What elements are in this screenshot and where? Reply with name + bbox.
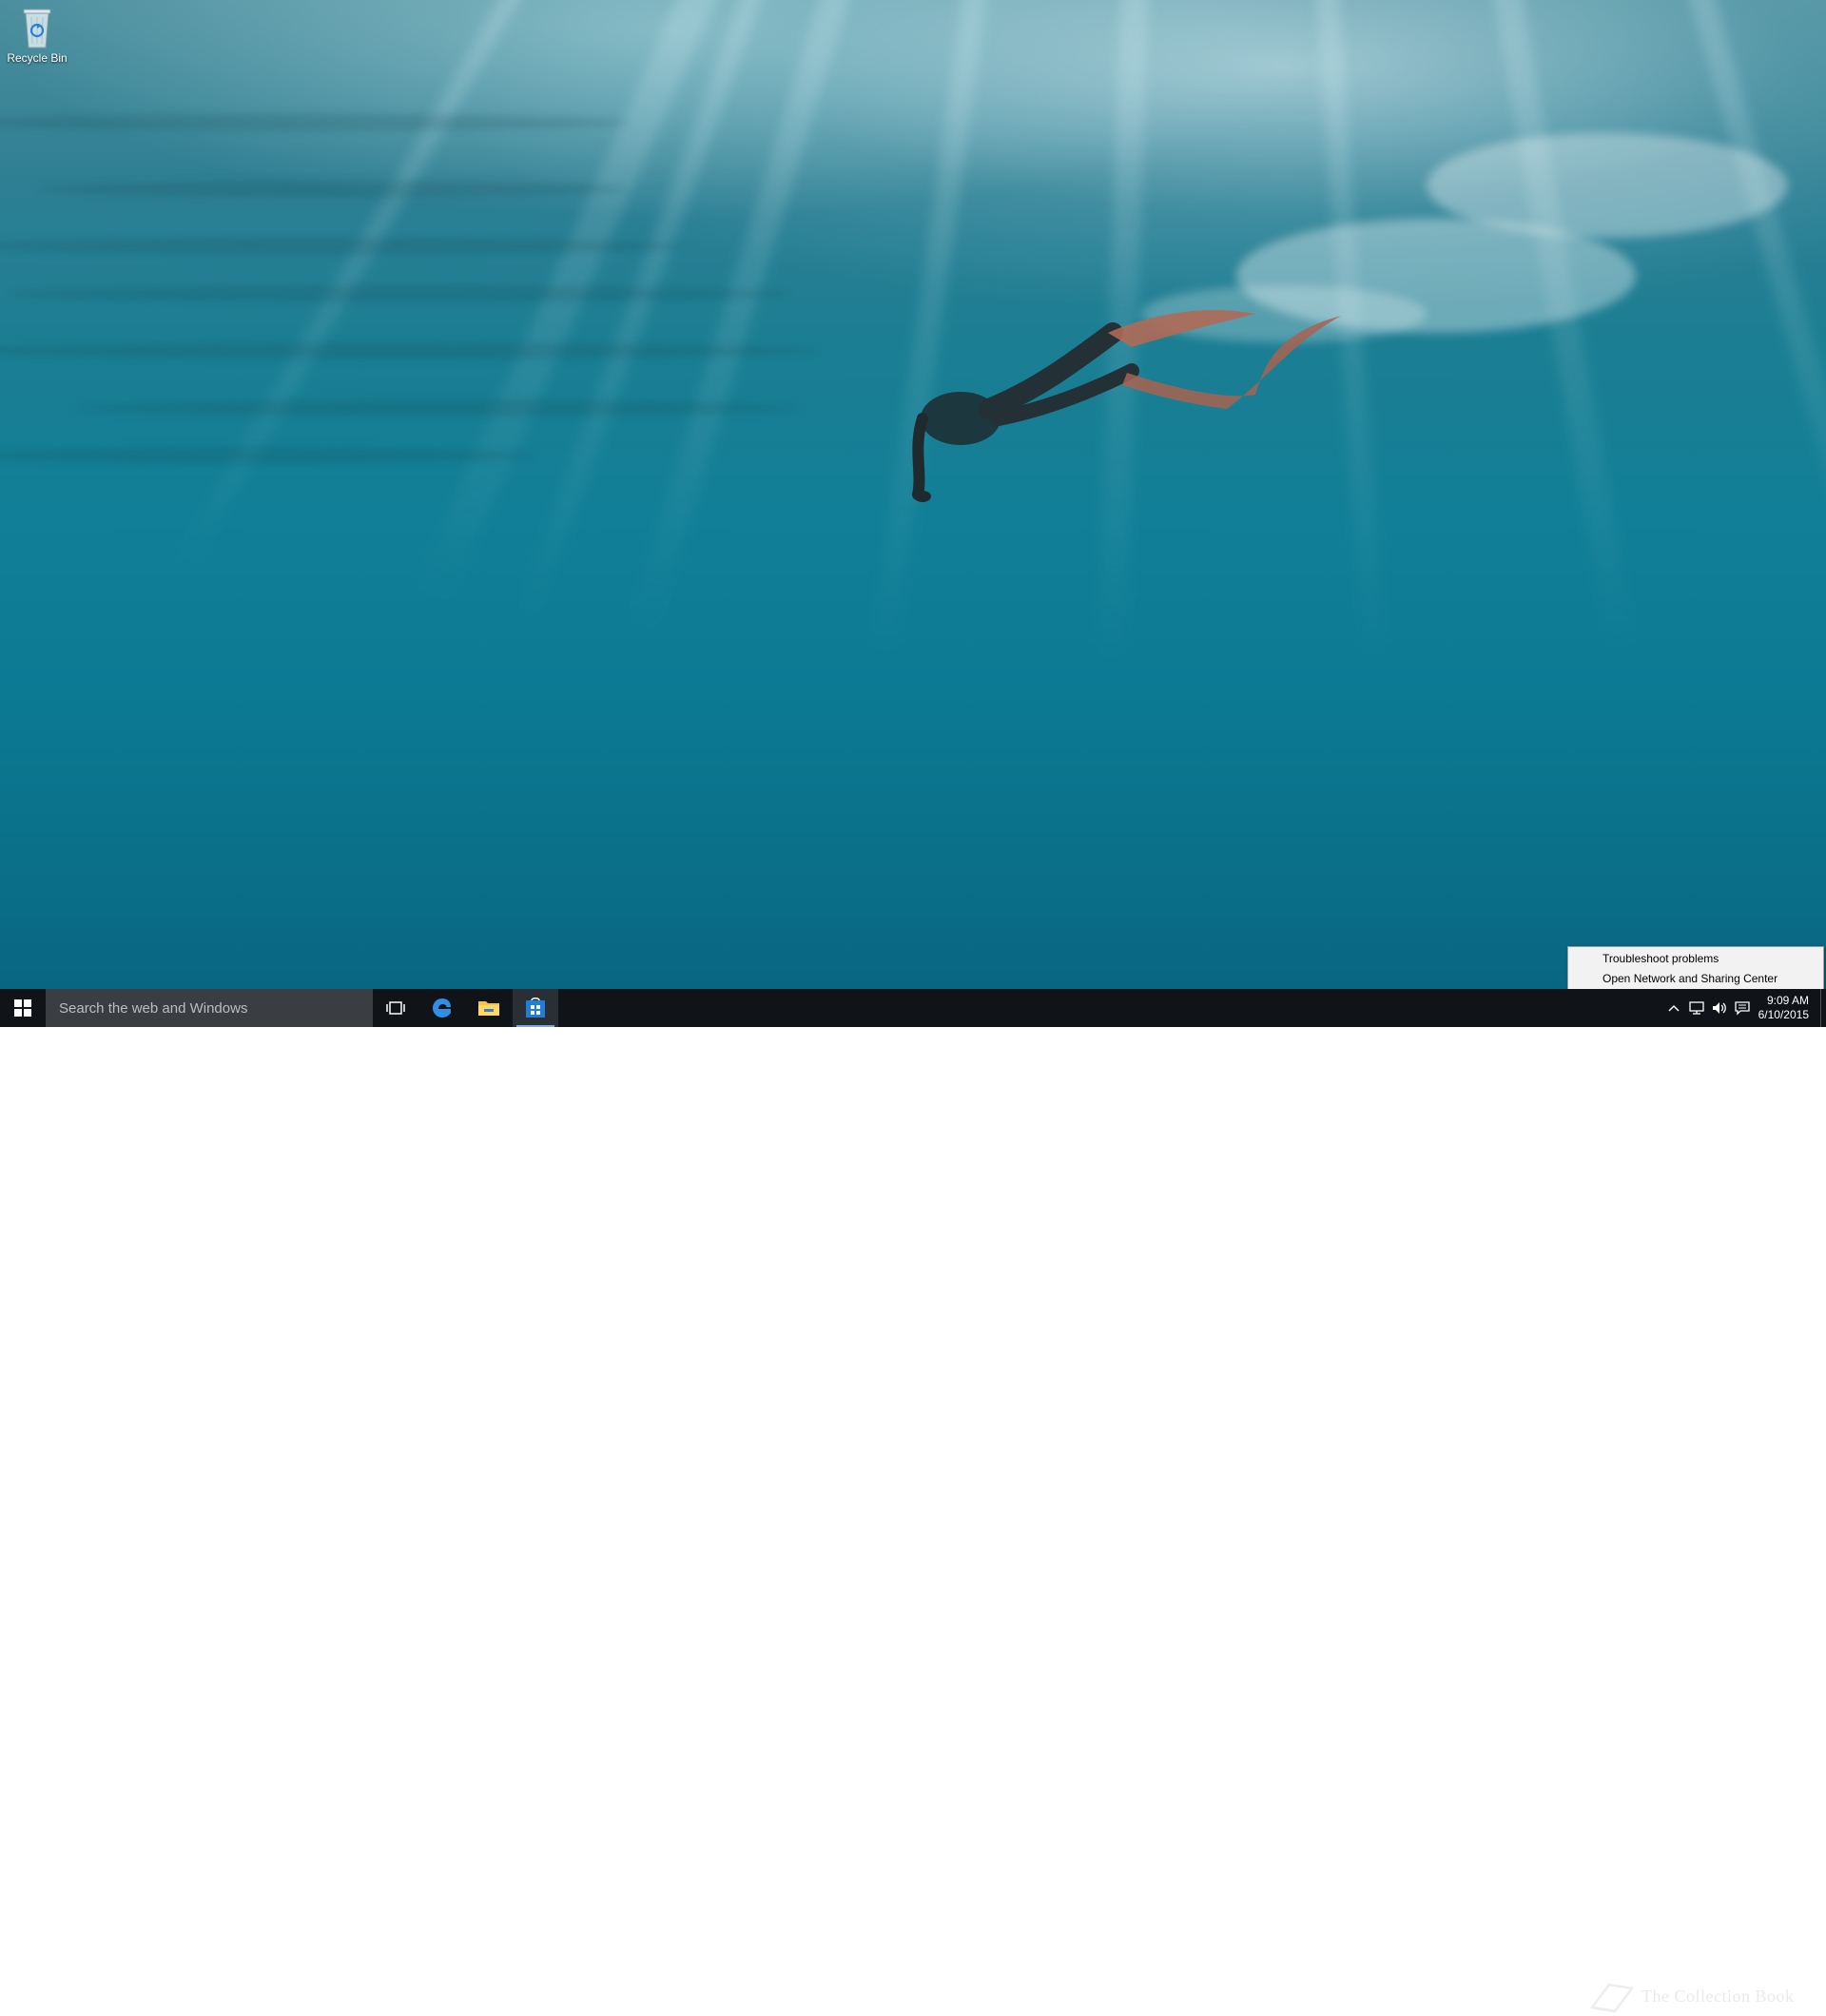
- action-center-button[interactable]: [1731, 989, 1754, 1027]
- recycle-bin-label: Recycle Bin: [7, 51, 68, 65]
- recycle-bin-icon: [23, 9, 51, 48]
- volume-tray-button[interactable]: [1708, 989, 1731, 1027]
- taskbar: The Collection Book 9:09 AM 6/10/2015: [0, 989, 1826, 2013]
- surface-ripple: [76, 399, 799, 417]
- light-ray: [1674, 0, 1826, 642]
- show-hidden-icons-button[interactable]: [1662, 989, 1685, 1027]
- surface-ripple: [0, 114, 628, 131]
- chevron-up-icon: [1668, 1004, 1680, 1012]
- surface-ripple: [0, 447, 533, 464]
- clock-time: 9:09 AM: [1766, 994, 1809, 1007]
- show-desktop-button[interactable]: [1820, 989, 1826, 1027]
- search-input[interactable]: [57, 998, 365, 1018]
- edge-button[interactable]: [419, 989, 465, 1027]
- diver-silhouette: [912, 310, 1341, 502]
- desktop-wallpaper: Recycle Bin Troubleshoot problems Open N…: [0, 0, 1826, 989]
- surface-foam: [1427, 133, 1788, 238]
- edge-icon: [433, 998, 451, 1018]
- volume-icon: [1713, 1002, 1726, 1014]
- book-icon: [1589, 1983, 1635, 2013]
- surface-ripple: [0, 342, 818, 359]
- menu-item-open-network-sharing-center[interactable]: Open Network and Sharing Center: [1568, 969, 1823, 989]
- taskbar-clock[interactable]: 9:09 AM 6/10/2015: [1756, 989, 1809, 1027]
- task-view-button[interactable]: [373, 989, 418, 1027]
- action-center-icon: [1735, 1001, 1750, 1016]
- network-context-menu: Troubleshoot problems Open Network and S…: [1567, 946, 1824, 989]
- menu-item-troubleshoot-problems[interactable]: Troubleshoot problems: [1568, 949, 1823, 969]
- desktop-icon-recycle-bin[interactable]: Recycle Bin: [4, 6, 70, 65]
- surface-ripple: [38, 181, 628, 198]
- watermark-text: The Collection Book: [1641, 1986, 1795, 2006]
- store-button[interactable]: [513, 989, 558, 1027]
- surface-ripple: [10, 285, 789, 302]
- network-tray-button[interactable]: [1685, 989, 1708, 1027]
- store-icon: [526, 998, 545, 1018]
- taskbar-search-box[interactable]: [46, 989, 373, 1027]
- task-view-icon: [386, 1001, 405, 1015]
- start-button[interactable]: [0, 989, 46, 1027]
- watermark: The Collection Book: [1588, 1976, 1794, 2016]
- windows-logo-icon: [14, 999, 31, 1017]
- network-icon: [1689, 1001, 1704, 1015]
- folder-icon: [478, 1001, 499, 1016]
- clock-date: 6/10/2015: [1758, 1008, 1809, 1021]
- file-explorer-button[interactable]: [466, 989, 512, 1027]
